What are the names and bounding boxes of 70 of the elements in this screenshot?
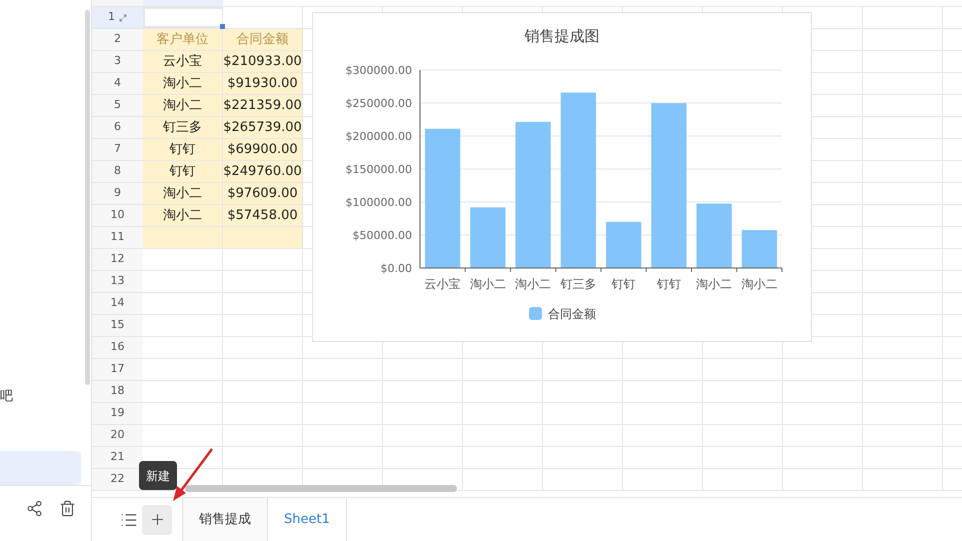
table-cell[interactable]: 钉钉 — [143, 139, 223, 160]
table-cell[interactable]: $91930.00 — [223, 73, 303, 94]
x-tick-label: 淘小二 — [741, 277, 778, 291]
row-number[interactable]: 22 — [92, 469, 143, 490]
row-number[interactable]: 3 — [92, 51, 143, 72]
arrow-drawing — [170, 446, 216, 504]
row-number[interactable]: 12 — [92, 249, 143, 270]
row-number[interactable]: 19 — [92, 403, 143, 424]
table-cell[interactable]: $221359.00 — [223, 95, 303, 116]
table-cell[interactable] — [143, 227, 223, 248]
table-cell[interactable]: $249760.00 — [223, 161, 303, 182]
y-tick-label: $200000.00 — [346, 130, 412, 143]
row-number[interactable]: 16 — [92, 337, 143, 358]
row-number[interactable]: 6 — [92, 117, 143, 138]
sidebar-text: 吧 — [0, 388, 13, 406]
x-tick-label: 钉钉 — [656, 277, 681, 291]
row-number[interactable]: 14 — [92, 293, 143, 314]
row-number[interactable]: 13 — [92, 271, 143, 292]
table-cell[interactable]: $210933.00 — [223, 51, 303, 72]
share-icon[interactable] — [26, 500, 43, 517]
sidebar-item[interactable] — [0, 451, 81, 485]
row-number[interactable]: 15 — [92, 315, 143, 336]
x-tick-label: 淘小二 — [470, 277, 506, 291]
table-cell[interactable]: $57458.00 — [223, 205, 303, 226]
y-tick-label: $150000.00 — [346, 163, 412, 176]
x-tick-label: 淘小二 — [696, 277, 732, 291]
x-tick-label: 云小宝 — [424, 277, 461, 291]
tooltip: 新建 — [139, 461, 177, 490]
expand-icon[interactable] — [119, 14, 127, 22]
row-number[interactable]: 7 — [92, 139, 143, 160]
row-number[interactable]: 20 — [92, 425, 143, 446]
table-cell[interactable]: 淘小二 — [143, 205, 223, 226]
row-number[interactable]: 4 — [92, 73, 143, 94]
selected-cell[interactable] — [143, 7, 223, 28]
horizontal-scrollbar[interactable] — [185, 485, 457, 492]
x-tick-label: 钉三多 — [560, 277, 596, 291]
row-number[interactable]: 8 — [92, 161, 143, 182]
row-number[interactable]: 10 — [92, 205, 143, 226]
row-number[interactable]: 1 — [92, 7, 143, 28]
row-number[interactable]: 17 — [92, 359, 143, 380]
table-cell[interactable]: 淘小二 — [143, 73, 223, 94]
add-sheet-button[interactable] — [142, 504, 172, 534]
row-number[interactable]: 2 — [92, 29, 143, 50]
sheet-tab[interactable]: 销售提成 — [183, 498, 268, 541]
y-tick-label: $300000.00 — [346, 64, 412, 77]
row-number[interactable]: 11 — [92, 227, 143, 248]
table-cell[interactable]: 钉三多 — [143, 117, 223, 138]
y-tick-label: $0.00 — [380, 262, 412, 275]
table-cell[interactable]: $265739.00 — [223, 117, 303, 138]
fill-handle[interactable] — [220, 24, 225, 29]
chart-title: 销售提成图 — [524, 27, 600, 45]
row-number[interactable]: 5 — [92, 95, 143, 116]
table-cell[interactable] — [223, 227, 303, 248]
row-number[interactable]: 21 — [92, 447, 143, 468]
table-cell[interactable]: $69900.00 — [223, 139, 303, 160]
y-tick-label: $50000.00 — [352, 229, 412, 242]
row-number[interactable]: 9 — [92, 183, 143, 204]
table-cell[interactable]: 钉钉 — [143, 161, 223, 182]
row-number[interactable]: 18 — [92, 381, 143, 402]
legend-label: 合同金额 — [548, 307, 596, 321]
table-cell[interactable]: 云小宝 — [143, 51, 223, 72]
y-tick-label: $250000.00 — [346, 97, 412, 110]
y-tick-label: $100000.00 — [346, 196, 412, 209]
table-cell[interactable]: 淘小二 — [143, 183, 223, 204]
scrollbar-thumb[interactable] — [85, 10, 90, 385]
trash-icon[interactable] — [59, 500, 76, 517]
x-tick-label: 淘小二 — [515, 277, 552, 291]
table-cell[interactable]: 淘小二 — [143, 95, 223, 116]
table-cell[interactable]: $97609.00 — [223, 183, 303, 204]
x-tick-label: 钉钉 — [612, 277, 636, 291]
